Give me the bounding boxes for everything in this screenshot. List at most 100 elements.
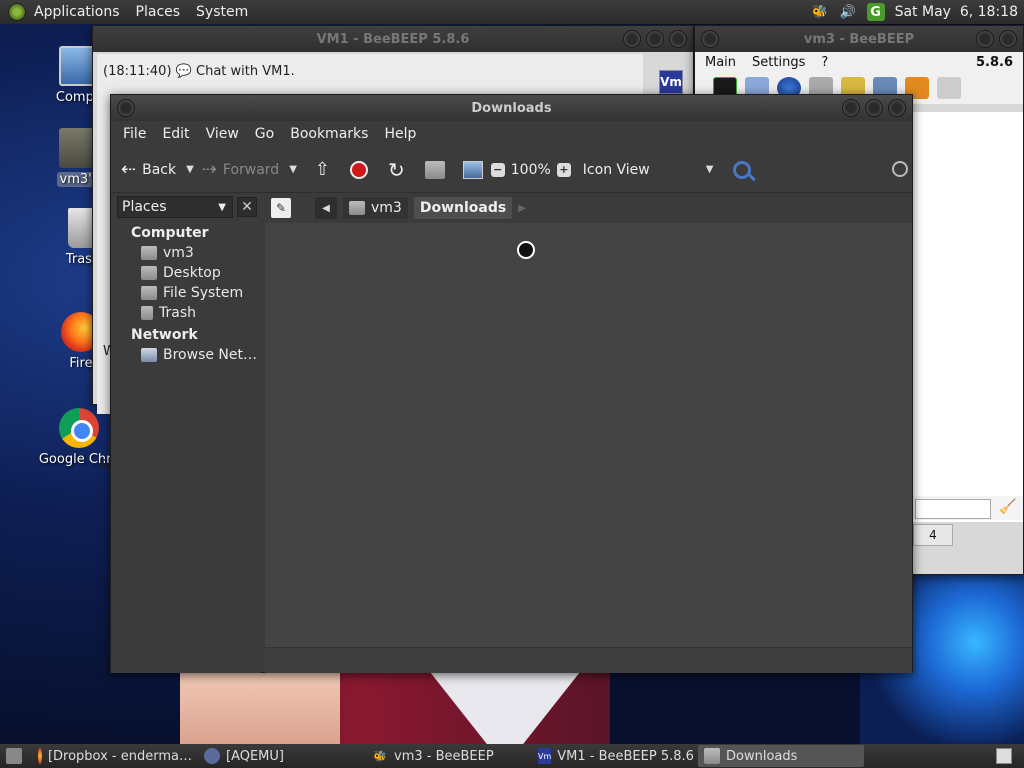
bee-icon[interactable]: 🐝: [811, 3, 829, 21]
crumb-vm3[interactable]: vm3: [343, 197, 408, 219]
clear-icon[interactable]: [937, 77, 961, 99]
drive-icon: [141, 286, 157, 300]
home-button[interactable]: [424, 158, 445, 182]
menu-bookmarks[interactable]: Bookmarks: [282, 126, 376, 142]
home-icon: [349, 201, 365, 215]
minimize-button[interactable]: [623, 30, 641, 48]
taskbar-item[interactable]: [AQEMU]: [198, 745, 366, 767]
close-button[interactable]: [669, 30, 687, 48]
menu-edit[interactable]: Edit: [154, 126, 197, 142]
view-mode-dropdown[interactable]: ▼: [706, 164, 714, 175]
menu-help[interactable]: Help: [376, 126, 424, 142]
broom-icon[interactable]: 🧹: [999, 499, 1016, 515]
forward-history-dropdown[interactable]: ▼: [289, 164, 297, 175]
path-back-arrow-icon[interactable]: ◀: [315, 197, 337, 219]
close-sidebar-icon[interactable]: ✕: [237, 197, 257, 217]
chrome-icon: [59, 408, 99, 448]
close-button[interactable]: [888, 99, 906, 117]
window-menu-button[interactable]: [701, 30, 719, 48]
menu-system[interactable]: System: [188, 4, 256, 20]
maximize-button[interactable]: [646, 30, 664, 48]
path-forward-arrow-icon[interactable]: ▶: [518, 203, 526, 214]
home-icon: [424, 160, 445, 179]
crumb-downloads[interactable]: Downloads: [413, 197, 513, 219]
taskbar-item[interactable]: Downloads: [698, 745, 864, 767]
desktop-folder-icon: [141, 266, 157, 280]
close-button[interactable]: [999, 30, 1017, 48]
stop-button[interactable]: [350, 158, 368, 182]
menu-places[interactable]: Places: [128, 4, 189, 20]
window-title: Downloads: [471, 100, 552, 116]
menu-main[interactable]: Main: [705, 55, 736, 70]
minimize-button[interactable]: [976, 30, 994, 48]
firefox-icon: [38, 748, 42, 764]
window-title: vm3 - BeeBEEP: [803, 31, 915, 47]
window-menu-button[interactable]: [117, 99, 135, 117]
pathbar: ✎ ◀ vm3 Downloads ▶: [265, 193, 912, 223]
computer-icon: [462, 160, 483, 179]
vm3-titlebar[interactable]: vm3 - BeeBEEP: [695, 26, 1023, 52]
chat-time: (18:11:40): [103, 64, 172, 79]
stop-icon: [350, 160, 368, 179]
search-button[interactable]: [733, 158, 752, 182]
minimize-button[interactable]: [842, 99, 860, 117]
reload-icon[interactable]: ↻: [388, 158, 405, 182]
trash-icon: [141, 306, 153, 320]
sidebar-item-vm3[interactable]: vm3: [111, 243, 261, 263]
icon-view-area[interactable]: [265, 223, 912, 645]
search-icon: [733, 160, 752, 179]
zoom-level: 100%: [510, 161, 551, 178]
file-view: ✎ ◀ vm3 Downloads ▶: [265, 193, 912, 673]
workspace-switcher-icon[interactable]: [990, 745, 1024, 767]
downloads-menubar: File Edit View Go Bookmarks Help: [111, 121, 912, 147]
statusbar: [265, 647, 912, 673]
vm-badge-icon[interactable]: Vm: [659, 70, 683, 94]
speech-bubble-icon: 💬: [175, 64, 192, 79]
vm3-menubar: Main Settings ? 5.8.6: [695, 52, 1023, 72]
menu-view[interactable]: View: [198, 126, 247, 142]
menu-settings[interactable]: Settings: [752, 55, 805, 70]
sidebar-item-browse-network[interactable]: Browse Net…: [111, 345, 261, 365]
bee-icon: 🐝: [373, 749, 387, 763]
sidebar-item-trash[interactable]: Trash: [111, 303, 261, 323]
speaker-icon[interactable]: 🔊: [839, 3, 857, 21]
downloads-titlebar[interactable]: Downloads: [111, 95, 912, 121]
message-input[interactable]: [915, 499, 991, 519]
forward-button[interactable]: ⇢ Forward: [202, 158, 285, 182]
sidebar-header: Places ▼ ✕: [111, 193, 261, 221]
zoom-in-icon[interactable]: +: [556, 162, 571, 177]
busy-cursor-icon: [517, 241, 535, 259]
show-desktop-icon[interactable]: [0, 745, 32, 767]
throbber-icon: [892, 161, 908, 177]
maximize-button[interactable]: [865, 99, 883, 117]
network-icon: [141, 348, 157, 362]
g-icon[interactable]: G: [866, 3, 885, 21]
sidebar-section-network: Network: [131, 327, 198, 343]
taskbar-item[interactable]: [Dropbox - enderma…: [32, 745, 198, 767]
computer-button[interactable]: [462, 158, 483, 182]
sidebar-selector[interactable]: Places ▼: [117, 196, 233, 218]
back-history-dropdown[interactable]: ▼: [186, 164, 194, 175]
zoom-out-icon[interactable]: −: [490, 162, 505, 177]
chat-text: Chat with VM1.: [196, 64, 295, 79]
edit-location-icon[interactable]: ✎: [271, 198, 291, 218]
clock[interactable]: Sat May 6, 18:18: [895, 4, 1018, 20]
up-icon[interactable]: ⇧: [315, 158, 330, 182]
tab-4[interactable]: 4: [913, 524, 953, 546]
menu-go[interactable]: Go: [247, 126, 282, 142]
taskbar-item[interactable]: Vm VM1 - BeeBEEP 5.8.6: [532, 745, 698, 767]
back-button[interactable]: ⇠ Back: [121, 158, 182, 182]
downloads-window[interactable]: Downloads File Edit View Go Bookmarks He…: [110, 94, 913, 673]
view-mode-select[interactable]: Icon View: [583, 162, 650, 178]
vm1-titlebar[interactable]: VM1 - BeeBEEP 5.8.6: [93, 26, 693, 52]
vm-icon: Vm: [538, 748, 552, 764]
back-arrow-icon: ⇠: [121, 159, 137, 180]
chevron-down-icon: ▼: [218, 201, 226, 213]
taskbar-item[interactable]: 🐝 vm3 - BeeBEEP: [366, 745, 532, 767]
menu-file[interactable]: File: [115, 126, 154, 142]
sidebar-item-filesystem[interactable]: File System: [111, 283, 261, 303]
sidebar-item-desktop[interactable]: Desktop: [111, 263, 261, 283]
menu-help[interactable]: ?: [821, 55, 828, 70]
menu-applications[interactable]: Applications: [26, 4, 128, 20]
distro-logo-icon[interactable]: [8, 3, 26, 21]
